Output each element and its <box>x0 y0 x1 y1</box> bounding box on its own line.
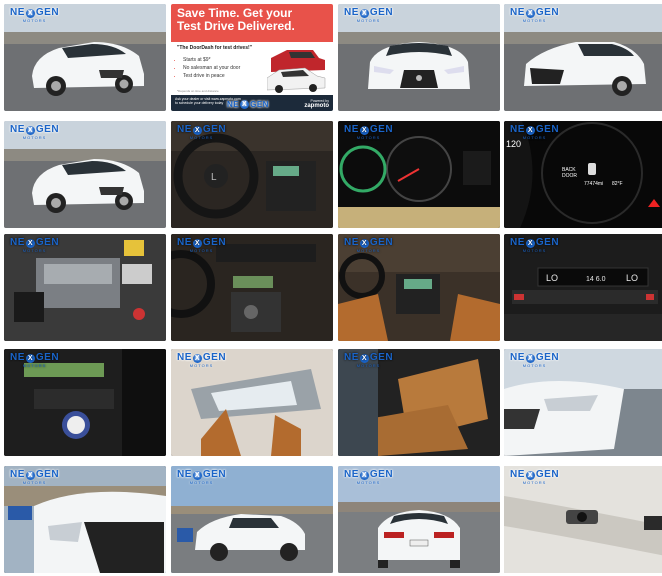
odometer-reading: 77474mi <box>584 181 603 187</box>
photo-headlight[interactable]: NE X GEN MOTORS <box>504 349 662 456</box>
nexgen-logo: NE X GEN MOTORS <box>177 237 227 253</box>
ad-bullets: Starts at $9* No salesman at your door T… <box>175 56 240 80</box>
nexgen-logo: NE X GEN MOTORS <box>510 124 560 140</box>
nexgen-logo: NE X GEN MOTORS <box>177 124 227 140</box>
photo-front-exterior[interactable]: NE X GEN MOTORS <box>338 4 500 111</box>
nexgen-logo: NE X GEN MOTORS <box>177 469 227 485</box>
nexgen-logo: NE X GEN MOTORS <box>344 124 394 140</box>
nexgen-logo: NE X GEN MOTORS <box>510 469 560 485</box>
nexgen-logo: NE X GEN MOTORS <box>10 124 60 140</box>
nexgen-logo: NE X GEN MOTORS <box>344 7 394 23</box>
nexgen-logo: NE X GEN MOTORS <box>10 7 60 23</box>
nexgen-logo: NE X GEN MOTORS <box>10 352 60 368</box>
ad-note: *Depends on time and distance <box>177 89 219 93</box>
photo-sunroof[interactable]: NE X GEN MOTORS <box>171 349 333 456</box>
ad-powered: Powered by zapmoto <box>304 99 329 109</box>
zapmoto-logo: zapmoto <box>304 103 329 109</box>
photo-front-left-close[interactable]: NE X GEN MOTORS <box>4 121 166 228</box>
photo-backup-camera[interactable]: NE X GEN MOTORS <box>504 466 662 573</box>
ad-banner: Save Time. Get your Test Drive Delivered… <box>171 4 333 42</box>
photo-steering-wheel[interactable]: L NE X GEN MOTORS <box>171 121 333 228</box>
speed-120-label: 120 <box>506 139 521 149</box>
nexgen-logo: NE X GEN MOTORS <box>510 237 560 253</box>
nexgen-logo: NE X GEN MOTORS <box>510 352 560 368</box>
nexgen-logo: NE X GEN MOTORS <box>177 352 227 368</box>
ad-bullet: No salesman at your door <box>183 64 240 72</box>
climate-readout-mid: 14 6.0 <box>586 276 606 283</box>
photo-interior-dash[interactable]: NE X GEN MOTORS <box>338 234 500 341</box>
temperature-reading: 82°F <box>612 181 623 187</box>
photo-center-console[interactable]: NE X GEN MOTORS <box>171 234 333 341</box>
photo-front-right-exterior[interactable]: NE X GEN MOTORS <box>504 4 662 111</box>
photo-rear-exterior[interactable]: NE X GEN MOTORS <box>338 466 500 573</box>
photo-gallery-grid: NE X GEN MOTORS Save Time. Get your Test D… <box>0 0 662 576</box>
svg-text:L: L <box>211 172 217 183</box>
photo-engine-bay[interactable]: NE X GEN MOTORS <box>4 234 166 341</box>
nexgen-logo: NE X GEN <box>227 99 269 109</box>
photo-rear-left-exterior[interactable]: NE X GEN MOTORS <box>171 466 333 573</box>
photo-front-left-exterior[interactable]: NE X GEN MOTORS <box>4 4 166 111</box>
nexgen-logo: NE X GEN MOTORS <box>10 469 60 485</box>
ad-bullet: Starts at $9* <box>183 56 240 64</box>
nexgen-logo: NE X GEN MOTORS <box>10 237 60 253</box>
climate-readout-right: LO <box>626 273 638 283</box>
photo-front-grille[interactable]: NE X GEN MOTORS <box>4 466 166 573</box>
nexgen-logo: NE X GEN MOTORS <box>344 352 394 368</box>
ad-headline-2: Test Drive Delivered. <box>177 19 295 33</box>
photo-instrument-cluster[interactable]: NE X GEN MOTORS <box>338 121 500 228</box>
door-label: DOOR <box>562 173 577 179</box>
photo-seat[interactable]: NE X GEN MOTORS <box>338 349 500 456</box>
climate-readout-left: LO <box>546 273 558 283</box>
truck-image <box>267 50 326 93</box>
photo-audio-controls[interactable]: NE X GEN MOTORS <box>4 349 166 456</box>
zapmoto-ad[interactable]: Save Time. Get your Test Drive Delivered… <box>171 4 333 111</box>
photo-climate-control[interactable]: LO 14 6.0 LO NE X GEN MOTORS <box>504 234 662 341</box>
nexgen-logo: NE X GEN MOTORS <box>344 469 394 485</box>
nexgen-logo: NE X GEN MOTORS <box>510 7 560 23</box>
ad-tagline: "The DoorDash for test drives!" <box>177 45 253 51</box>
photo-odometer[interactable]: 120 BACK DOOR 77474mi 82°F NE X GEN MOTORS <box>504 121 662 228</box>
ad-bullet: Test drive in peace <box>183 72 240 80</box>
nexgen-logo: NE X GEN MOTORS <box>344 237 394 253</box>
